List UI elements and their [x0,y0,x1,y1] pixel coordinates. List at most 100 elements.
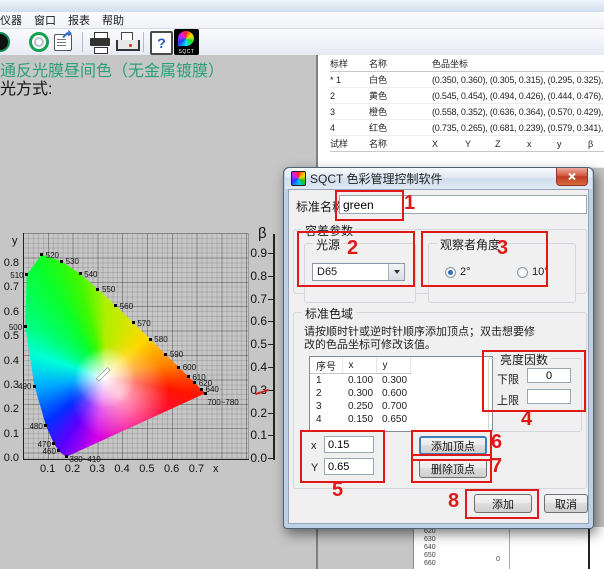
light-source-select[interactable]: D65 [312,263,405,281]
cancel-button[interactable]: 取消 [544,494,588,513]
column-header: Z [495,136,527,152]
table-row[interactable]: 10.1000.300 [310,374,492,388]
document-subtitle: 光方式: [0,75,52,99]
chevron-down-icon[interactable] [388,264,404,280]
table-cell [557,152,588,168]
table-cell: 0.300 [342,387,376,400]
table-cell: (0.558, 0.352), (0.636, 0.364), (0.570, … [432,104,604,120]
cie-y-axis [23,233,24,460]
menu-item-2[interactable]: 窗口 [28,12,62,28]
help-icon[interactable]: ? [148,30,174,54]
light-source-label: 光源 [313,236,343,253]
dialog-body: 标准名称: 容差参数 光源 D65 观察者角度 2° [288,189,589,524]
upper-limit-label: 上限 [497,392,519,408]
table-cell: (0.735, 0.265), (0.681, 0.239), (0.579, … [432,120,604,136]
table-cell: 4 [310,413,342,426]
delete-vertex-button[interactable]: 删除顶点 [419,459,487,478]
table-row[interactable]: * 1白色(0.350, 0.360), (0.305, 0.315), (0.… [330,72,604,88]
column-header: x [342,357,376,374]
target-ring-icon[interactable] [26,30,52,54]
vertex-table: 序号xy10.1000.30020.3000.60030.2500.70040.… [310,357,492,426]
column-header: 标样 [330,56,369,72]
column-header: y [376,357,410,374]
table-row[interactable]: 30.2500.700 [310,400,492,413]
column-header: 色品坐标 [432,56,604,72]
table-header-row: 序号xy [310,357,492,374]
table-cell: 0.650 [376,413,410,426]
dialog-app-icon [291,171,306,186]
add-vertex-button[interactable]: 添加顶点 [419,436,487,455]
observer-2deg-label: 2° [460,266,471,278]
y-coord-label: Y [311,462,318,474]
table-cell: 2 [310,387,342,400]
table-row[interactable]: 4红色(0.735, 0.265), (0.681, 0.239), (0.57… [330,120,604,136]
table-header-row: 试样名称XYZxyβ [330,136,604,152]
light-source-value: D65 [313,266,388,278]
menu-item-1[interactable]: 仪器 [0,12,28,28]
toolbar: ? SQCT [0,29,604,56]
gamut-group: 标准色域 请按顺时针或逆时针顺序添加顶点；双击想要修 改的色品坐标可修改该值。 … [293,312,587,489]
observer-angle-group: 观察者角度 2° 10° [428,243,576,303]
table-cell [330,152,369,168]
table-cell [369,152,432,168]
print-icon[interactable] [87,30,113,54]
observer-2deg-radio[interactable]: 2° [445,266,471,278]
x-coord-input[interactable] [324,436,374,453]
cie-x-axis [23,459,249,460]
observer-10deg-radio[interactable]: 10° [517,266,549,278]
table-row[interactable]: 20.3000.600 [310,387,492,400]
wavelength-list-item: 640 [424,544,436,552]
table-cell: (0.545, 0.454), (0.494, 0.426), (0.444, … [432,88,604,104]
table-cell: 黄色 [369,88,432,104]
column-header: 名称 [369,56,432,72]
observer-10deg-label: 10° [532,266,549,278]
x-coord-label: x [311,440,317,452]
menu-item-3[interactable]: 报表 [62,12,96,28]
standard-name-input[interactable] [339,195,587,214]
table-cell: 0.100 [342,374,376,388]
tolerance-group: 容差参数 光源 D65 观察者角度 2° [293,229,587,294]
sqct-dialog: SQCT 色彩管理控制软件 标准名称: 容差参数 光源 D65 观察者角度 [283,167,594,529]
wavelength-list-item: 620 [424,528,436,536]
table-cell: 0.600 [376,387,410,400]
column-header: 序号 [310,357,342,374]
list-divider [509,527,510,569]
table-cell: 2 [330,88,369,104]
table-cell [432,152,465,168]
window-top-strip [0,0,604,12]
list-divider-dark [588,527,590,569]
report-export-icon[interactable] [52,30,78,54]
table-cell: 4 [330,120,369,136]
table-cell [588,152,604,168]
lower-limit-input[interactable] [527,368,571,383]
lower-limit-label: 下限 [497,371,519,387]
tables-panel: 标样名称色品坐标* 1白色(0.350, 0.360), (0.305, 0.3… [318,55,604,167]
table-cell: 红色 [369,120,432,136]
radio-selected-icon[interactable] [445,267,456,278]
y-coord-input[interactable] [324,458,374,475]
menu-item-4[interactable]: 帮助 [96,12,130,28]
radio-icon[interactable] [517,267,528,278]
luminance-group-label: 亮度因数 [497,351,551,368]
dialog-titlebar[interactable]: SQCT 色彩管理控制软件 [285,168,592,189]
table-row[interactable]: 2黄色(0.545, 0.454), (0.494, 0.426), (0.44… [330,88,604,104]
table-cell: 0.300 [376,374,410,388]
print-preview-icon[interactable] [113,30,139,54]
wavelength-list-item: 630 [424,536,436,544]
column-header: X [432,136,465,152]
table-cell [465,152,495,168]
table-cell: (0.350, 0.360), (0.305, 0.315), (0.295, … [432,72,604,88]
luminance-group: 亮度因数 下限 上限 [488,358,582,432]
sqct-logo-icon[interactable]: SQCT [174,30,200,54]
column-header: 名称 [369,136,432,152]
table-row[interactable]: 3橙色(0.558, 0.352), (0.636, 0.364), (0.57… [330,104,604,120]
add-button[interactable]: 添加 [474,494,532,513]
table-row[interactable]: 40.1500.650 [310,413,492,426]
upper-limit-input[interactable] [527,389,571,404]
table-cell [527,152,557,168]
table-row[interactable] [330,152,604,168]
table-cell: 0.150 [342,413,376,426]
measure-circle-icon[interactable] [0,30,26,54]
table-cell [495,152,527,168]
close-icon[interactable] [556,168,588,186]
